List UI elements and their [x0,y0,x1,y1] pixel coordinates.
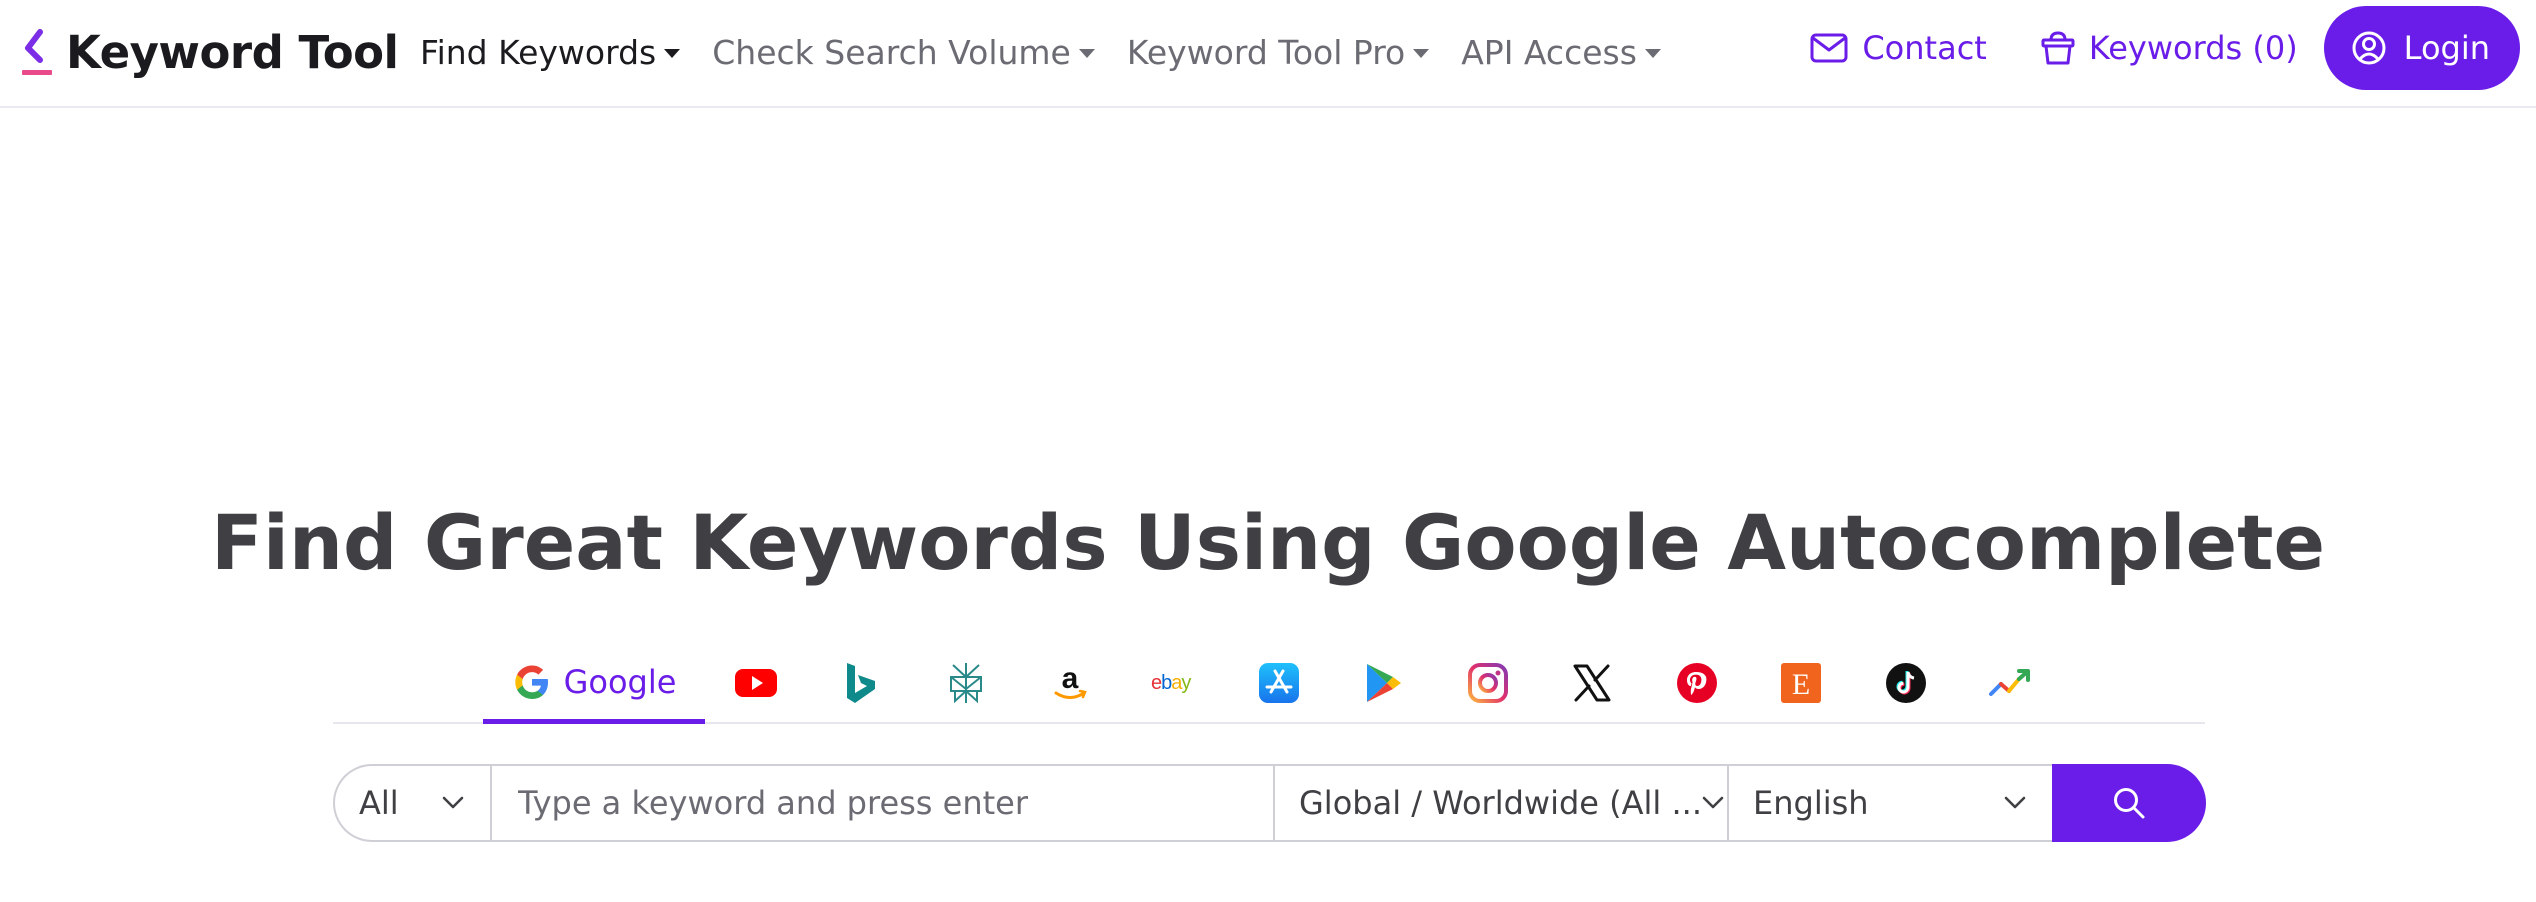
caret-down-icon [1078,48,1095,58]
tab-amazon[interactable]: a [1045,658,1095,708]
perplexity-icon [947,661,985,705]
tab-etsy[interactable]: E [1776,658,1826,708]
user-circle-icon [2352,31,2386,65]
brand-name: Keyword Tool [66,25,399,79]
language-value: English [1753,784,1869,822]
main-nav: Find Keywords Check Search Volume Keywor… [420,24,1693,80]
search-icon [2111,785,2147,821]
nav-keyword-tool-pro-label: Keyword Tool Pro [1126,32,1406,72]
tab-tiktok[interactable] [1881,658,1931,708]
nav-api-access-label: API Access [1461,32,1637,72]
nav-actions: Contact Keywords (0) Login [1810,6,2520,90]
location-value: Global / Worldwide (All ... [1299,784,1702,822]
ebay-icon: ebay [1151,671,1205,695]
keyword-tool-logo-icon [20,26,56,78]
contact-link[interactable]: Contact [1810,29,1987,67]
chevron-down-icon [2004,796,2026,810]
language-select[interactable]: English [1727,764,2052,842]
nav-check-search-volume[interactable]: Check Search Volume [712,33,1095,72]
keyword-search-form: All Global / Worldwide (All ... English [333,764,2206,842]
tab-bing[interactable] [836,658,886,708]
caret-down-icon [1644,48,1661,58]
brand-logo[interactable]: Keyword Tool [20,24,399,80]
amazon-icon: a [1050,662,1090,704]
etsy-icon: E [1781,663,1821,703]
app-store-icon [1258,662,1300,704]
caret-down-icon [1413,48,1430,58]
youtube-icon [734,667,778,699]
tab-perplexity[interactable] [941,658,991,708]
nav-check-search-volume-label: Check Search Volume [712,32,1071,72]
tab-youtube[interactable] [731,658,781,708]
contact-label: Contact [1862,29,1987,67]
tab-google[interactable]: Google [483,644,705,724]
top-navbar: Keyword Tool Find Keywords Check Search … [0,0,2536,108]
svg-text:ebay: ebay [1151,672,1191,694]
tab-app-store[interactable] [1254,658,1304,708]
tab-pinterest[interactable] [1672,658,1722,708]
page-title: Find Great Keywords Using Google Autocom… [210,498,2326,587]
search-scope-value: All [359,784,399,822]
pinterest-icon [1676,662,1718,704]
chevron-down-icon [442,796,464,810]
etsy-letter: E [1792,668,1810,701]
tiktok-icon [1885,662,1927,704]
tab-google-label: Google [563,662,677,701]
search-scope-select[interactable]: All [333,764,490,842]
nav-keyword-tool-pro[interactable]: Keyword Tool Pro [1126,32,1430,72]
keywords-basket-link[interactable]: Keywords (0) [2041,29,2298,67]
search-submit-button[interactable] [2052,764,2206,842]
envelope-icon [1810,33,1848,63]
tab-google-trends[interactable] [1985,658,2035,708]
trends-icon [1988,667,2032,699]
location-select[interactable]: Global / Worldwide (All ... [1273,764,1727,842]
keywords-count-label: Keywords (0) [2088,29,2298,67]
keyword-input-wrapper [490,764,1273,842]
tab-ebay[interactable]: ebay [1150,658,1206,708]
tab-play-store[interactable] [1358,658,1408,708]
google-icon [512,662,552,702]
tab-x[interactable] [1567,658,1617,708]
keyword-search-input[interactable] [516,783,1249,823]
instagram-icon [1467,662,1509,704]
nav-api-access[interactable]: API Access [1461,33,1661,72]
caret-down-icon [664,48,681,58]
login-button[interactable]: Login [2323,6,2520,90]
svg-text:a: a [1062,662,1079,695]
nav-find-keywords[interactable]: Find Keywords [420,32,681,72]
bing-icon [843,661,879,705]
basket-icon [2041,30,2075,66]
x-icon [1572,663,1612,703]
play-store-icon [1363,661,1403,705]
login-label: Login [2403,29,2490,67]
search-engine-tabs: Google a ebay E [333,644,2205,724]
chevron-down-icon [1702,796,1724,810]
nav-find-keywords-label: Find Keywords [420,32,657,72]
tab-instagram[interactable] [1463,658,1513,708]
